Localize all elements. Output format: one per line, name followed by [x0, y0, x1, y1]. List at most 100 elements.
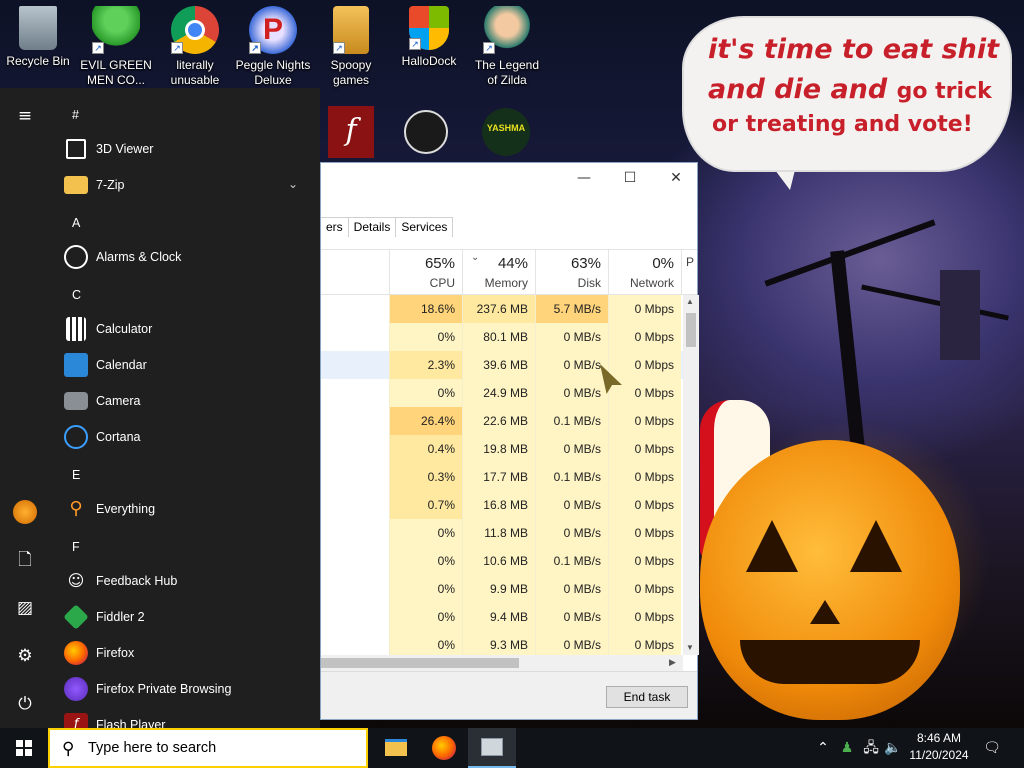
end-task-button[interactable]: End task — [606, 686, 688, 708]
start-item-label: Alarms & Clock — [96, 250, 182, 264]
start-item-3d-viewer[interactable]: 3D Viewer — [50, 131, 320, 167]
start-button[interactable] — [0, 728, 48, 768]
start-item-calendar[interactable]: Calendar — [50, 347, 320, 383]
desktop-icon-hallodock[interactable]: ↗ HalloDock — [391, 0, 467, 69]
scroll-up-icon[interactable]: ▲ — [686, 297, 694, 306]
pumpkin-nose — [810, 600, 840, 624]
start-item-camera[interactable]: Camera — [50, 383, 320, 419]
section-letter[interactable]: C — [72, 288, 81, 302]
close-button[interactable]: ✕ — [653, 163, 699, 193]
taskbar-task-manager[interactable] — [468, 728, 516, 768]
bubble-text-3: or treating and vote! — [712, 112, 973, 137]
network-icon[interactable]: 🖧 — [861, 738, 881, 758]
flash-icon[interactable]: f — [328, 106, 374, 158]
private-browsing-icon — [64, 677, 88, 701]
task-manager-window[interactable]: — ☐ ✕ ers Details Services 65% CPU ⌄ 44%… — [320, 162, 699, 720]
people-tray-icon[interactable]: ♟ — [837, 738, 857, 758]
scroll-right-icon[interactable]: ▶ — [669, 657, 676, 668]
cell-cpu: 0% — [389, 547, 462, 575]
desktop-icon-spoopy-games[interactable]: ↗ Spoopy games — [313, 0, 389, 88]
chevron-down-icon[interactable]: ⌄ — [288, 177, 298, 191]
start-item-cortana[interactable]: Cortana — [50, 419, 320, 455]
process-row[interactable]: 0% 9.9 MB 0 MB/s 0 Mbps — [321, 575, 683, 603]
peggle-icon: P ↗ — [249, 6, 297, 54]
section-letter[interactable]: A — [72, 216, 80, 230]
taskbar-firefox[interactable] — [420, 728, 468, 768]
section-letter[interactable]: F — [72, 540, 80, 554]
settings-icon[interactable]: ⚙ — [13, 644, 37, 668]
process-row[interactable]: 0% 10.6 MB 0.1 MB/s 0 Mbps — [321, 547, 683, 575]
shortcut-arrow-icon: ↗ — [92, 42, 104, 54]
scroll-thumb[interactable] — [321, 658, 519, 668]
notification-center-icon[interactable]: 🗨 — [982, 738, 1002, 758]
volume-icon[interactable]: 🔈 — [883, 738, 903, 758]
start-item-label: 3D Viewer — [96, 142, 154, 156]
cell-disk: 0 MB/s — [535, 575, 608, 603]
process-row[interactable]: 0% 24.9 MB 0 MB/s 0 Mbps — [321, 379, 683, 407]
hamburger-icon[interactable]: ≡ — [13, 104, 37, 128]
desktop-icon-evil-green-men[interactable]: ↗ EVIL GREEN MEN CO... — [78, 0, 154, 88]
taskbar-file-explorer[interactable] — [372, 728, 420, 768]
process-row[interactable]: 0.3% 17.7 MB 0.1 MB/s 0 Mbps — [321, 463, 683, 491]
start-item-alarms-clock[interactable]: Alarms & Clock — [50, 239, 320, 275]
cpu-label: CPU — [429, 276, 455, 290]
cell-disk: 0.1 MB/s — [535, 463, 608, 491]
documents-icon[interactable]: 🗋 — [13, 548, 37, 572]
process-row[interactable]: 0% 11.8 MB 0 MB/s 0 Mbps — [321, 519, 683, 547]
show-hidden-icons-chevron-icon[interactable]: ⌃ — [813, 738, 833, 758]
column-header-network[interactable]: 0% Network — [608, 250, 681, 295]
remote-desktop-icon[interactable] — [404, 110, 448, 154]
process-row[interactable]: 0% 9.3 MB 0 MB/s 0 Mbps — [321, 631, 683, 655]
user-avatar-icon[interactable] — [13, 500, 37, 524]
process-row[interactable]: 26.4% 22.6 MB 0.1 MB/s 0 Mbps — [321, 407, 683, 435]
start-item-7-zip[interactable]: 7-Zip ⌄ — [50, 167, 320, 203]
tab-details[interactable]: Details — [347, 217, 397, 237]
column-header-memory[interactable]: ⌄ 44% Memory — [462, 250, 535, 295]
maximize-button[interactable]: ☐ — [607, 163, 653, 193]
minimize-button[interactable]: — — [561, 163, 607, 193]
process-row[interactable]: 18.6% 237.6 MB 5.7 MB/s 0 Mbps — [321, 295, 683, 323]
cell-mem: 9.3 MB — [462, 631, 535, 655]
process-row[interactable]: 0.7% 16.8 MB 0 MB/s 0 Mbps — [321, 491, 683, 519]
vertical-scrollbar[interactable]: ▲ ▼ — [683, 295, 699, 655]
start-item-label: Cortana — [96, 430, 141, 444]
search-box[interactable]: ⚲ Type here to search — [48, 728, 368, 768]
start-item-flash-player[interactable]: f Flash Player — [50, 707, 320, 728]
column-header-power[interactable]: P — [681, 250, 697, 295]
process-row[interactable]: 0% 9.4 MB 0 MB/s 0 Mbps — [321, 603, 683, 631]
power-icon[interactable]: ⏻ — [13, 692, 37, 716]
start-item-calculator[interactable]: Calculator — [50, 311, 320, 347]
cell-mem: 80.1 MB — [462, 323, 535, 351]
speech-bubble: it's time to eat shit and die and go tri… — [684, 18, 1010, 170]
horizontal-scrollbar[interactable]: ▶ — [321, 655, 683, 671]
tab-services[interactable]: Services — [395, 217, 454, 237]
process-row[interactable]: 0.4% 19.8 MB 0 MB/s 0 Mbps — [321, 435, 683, 463]
process-row[interactable]: 2.3% 39.6 MB 0 MB/s 0 Mbps — [321, 351, 683, 379]
cell-net: 0 Mbps — [608, 519, 681, 547]
title-bar[interactable]: — ☐ ✕ — [321, 163, 697, 193]
section-letter[interactable]: E — [72, 468, 80, 482]
scroll-thumb[interactable] — [686, 313, 696, 347]
desktop-icon-peggle[interactable]: P ↗ Peggle Nights Deluxe — [235, 0, 311, 88]
cell-disk: 0.1 MB/s — [535, 547, 608, 575]
column-header-cpu[interactable]: 65% CPU — [389, 250, 462, 295]
scroll-down-icon[interactable]: ▼ — [686, 643, 694, 652]
start-item-firefox-private[interactable]: Firefox Private Browsing — [50, 671, 320, 707]
search-placeholder: Type here to search — [88, 740, 217, 756]
column-header-disk[interactable]: 63% Disk — [535, 250, 608, 295]
start-item-fiddler[interactable]: Fiddler 2 — [50, 599, 320, 635]
start-item-firefox[interactable]: Firefox — [50, 635, 320, 671]
start-item-label: Calculator — [96, 322, 153, 336]
desktop-icon-legend-of-zilda[interactable]: ↗ The Legend of Zilda — [469, 0, 545, 88]
desktop-icon-chrome[interactable]: ↗ literally unusable — [157, 0, 233, 88]
clock[interactable]: 8:46 AM 11/20/2024 — [904, 730, 974, 764]
desktop-icon-recycle-bin[interactable]: Recycle Bin — [0, 0, 76, 69]
section-letter[interactable]: # — [72, 108, 79, 122]
pictures-icon[interactable]: ▨ — [13, 596, 37, 620]
yashma-icon[interactable]: YASHMA — [482, 108, 530, 156]
start-item-everything[interactable]: ⚲ Everything — [50, 491, 320, 527]
process-list[interactable]: 18.6% 237.6 MB 5.7 MB/s 0 Mbps 0% 80.1 MB 0 MB… — [321, 295, 683, 655]
process-row[interactable]: 0% 80.1 MB 0 MB/s 0 Mbps — [321, 323, 683, 351]
start-item-feedback-hub[interactable]: ☺ Feedback Hub — [50, 563, 320, 599]
tab-users[interactable]: ers — [321, 217, 349, 237]
